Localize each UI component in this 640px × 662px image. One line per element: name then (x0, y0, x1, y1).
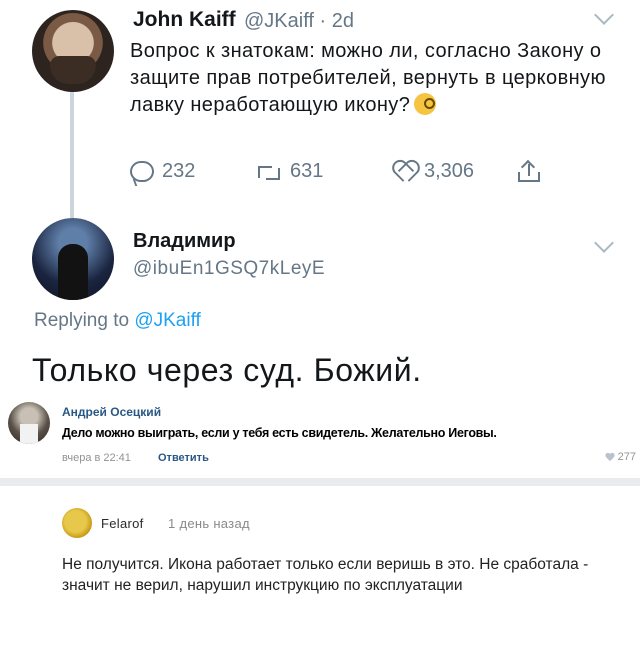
tweet2-author-handle[interactable]: @ibuEn1GSQ7kLeyE (133, 258, 325, 280)
avatar-john-kaiff[interactable] (32, 10, 114, 92)
tweet1-text-body: Вопрос к знатокам: можно ли, согласно За… (130, 40, 606, 116)
vk-comment-text: Дело можно выиграть, если у тебя есть св… (62, 426, 497, 440)
tweet2-text: Только через суд. Божий. (32, 352, 422, 388)
vk-comment-date[interactable]: вчера в 22:41 (62, 452, 131, 464)
avatar-felarof[interactable] (62, 508, 92, 538)
retweet-count: 631 (290, 160, 324, 182)
share-icon (518, 160, 540, 182)
avatar-andrey-osetsky[interactable] (8, 402, 50, 444)
retweet-icon (256, 164, 282, 180)
monocle-face-icon (414, 93, 437, 115)
comment3-author[interactable]: Felarof (101, 516, 144, 531)
vk-like-button[interactable]: 277 (605, 451, 636, 463)
reply-button[interactable]: 232 (130, 160, 195, 183)
heart-icon (394, 162, 416, 182)
heart-icon (605, 453, 615, 462)
comment3-time: 1 день назад (168, 516, 250, 531)
retweet-button[interactable]: 631 (256, 160, 323, 183)
thread-connector-line (70, 90, 74, 218)
tweet2-author-name[interactable]: Владимир (133, 230, 236, 253)
chevron-down-icon[interactable] (594, 233, 614, 253)
reply-count: 232 (162, 160, 196, 182)
comment3-text: Не получится. Икона работает только если… (62, 556, 589, 594)
vk-comment-author[interactable]: Андрей Осецкий (62, 405, 161, 419)
like-button[interactable]: 3,306 (394, 160, 474, 183)
share-button[interactable] (518, 160, 540, 182)
section-divider (0, 478, 640, 486)
like-count: 3,306 (424, 160, 475, 182)
chevron-down-icon[interactable] (594, 5, 614, 25)
tweet1-text: Вопрос к знатокам: можно ли, согласно За… (130, 38, 620, 119)
tweet1-author-meta[interactable]: @JKaiff · 2d (244, 10, 354, 33)
replying-to-mention-link[interactable]: @JKaiff (134, 310, 200, 331)
vk-like-count: 277 (617, 451, 636, 463)
reply-icon (130, 161, 154, 182)
tweet1-author-name[interactable]: John Kaiff (133, 8, 236, 32)
avatar-vladimir[interactable] (32, 218, 114, 300)
replying-to-line: Replying to @JKaiff (34, 310, 201, 332)
replying-to-label: Replying to (34, 310, 130, 331)
vk-reply-link[interactable]: Ответить (158, 452, 209, 464)
